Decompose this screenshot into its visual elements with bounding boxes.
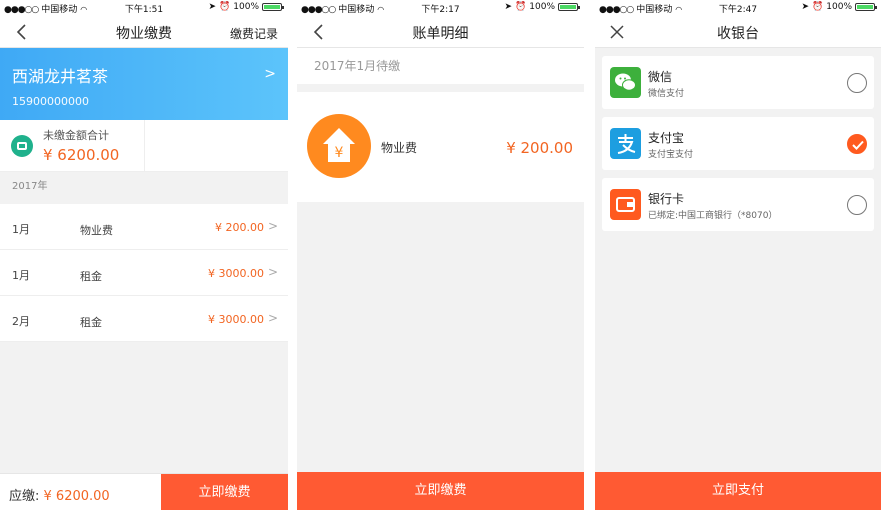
battery-percent: 100% [233,2,259,12]
nav-bar: 账单明细 [297,16,584,48]
bill-month: 2月 [12,315,30,328]
location-icon: ➤ [801,2,810,12]
chevron-right-icon: > [267,311,278,325]
alarm-icon: ⏰ [219,2,231,12]
method-name: 微信 [648,70,673,84]
location-icon: ➤ [504,2,513,12]
alarm-icon: ⏰ [515,2,527,12]
house-phone: 15900000000 [12,95,89,108]
bill-row[interactable]: 1月 物业费 ¥ 200.00 > [0,204,288,250]
payment-history-link[interactable]: 缴费记录 [230,25,278,42]
payment-method-bank-card[interactable]: 银行卡 已绑定:中国工商银行（*8070） [602,178,874,231]
house-name: 西湖龙井茗茶 [12,67,109,86]
amount-due-value: ¥ 6200.00 [43,489,110,504]
fee-amount: ¥ 200.00 [506,139,573,157]
payment-method-wechat[interactable]: 微信 微信支付 [602,56,874,109]
checkmark-icon [852,140,864,150]
coin-stack-icon [11,134,33,157]
pay-now-button[interactable]: 立即缴费 [297,472,584,510]
pending-period: 2017年1月待缴 [297,48,584,84]
fee-name: 物业费 [381,141,418,155]
house-card[interactable]: 西湖龙井茗茶 15900000000 > [0,48,288,120]
property-payment-screen: ●●●○○ 中国移动 ◠ 下午1:51 ➤ ⏰ 100% 物业缴费 缴费记录 西湖龙井茗… [0,0,288,510]
bill-price: ¥ 200.00 [215,221,264,234]
status-bar: ●●●○○ 中国移动 ◠ 下午2:17 ➤ ⏰ 100% [297,0,584,16]
radio-unchecked[interactable] [847,195,867,215]
chevron-right-icon: > [267,265,278,279]
chevron-right-icon: > [267,219,278,233]
bill-month: 1月 [12,269,30,282]
status-bar: ●●●○○ 中国移动 ◠ 下午1:51 ➤ ⏰ 100% [0,0,288,16]
payment-methods: 微信 微信支付 支付宝 支付宝支付 银行卡 已绑定:中国工商银行（*8070） [595,48,881,231]
bill-item: 租金 [80,270,102,283]
bill-price: ¥ 3000.00 [208,313,264,326]
battery-percent: 100% [529,2,555,12]
amount-due-label: 应缴: [9,489,40,504]
wechat-icon [610,67,641,98]
bill-item: 租金 [80,316,102,329]
radio-checked[interactable] [847,134,867,154]
payment-method-alipay[interactable]: 支付宝 支付宝支付 [602,117,874,170]
bill-item: 物业费 [80,224,113,237]
bill-month: 1月 [12,223,30,236]
status-bar: ●●●○○ 中国移动 ◠ 下午2:47 ➤ ⏰ 100% [595,0,881,16]
battery-icon [855,3,877,11]
method-name: 银行卡 [648,192,685,206]
payment-bar: 应缴: ¥ 6200.00 立即缴费 [0,473,288,510]
battery-icon [262,3,284,11]
year-header: 2017年 [12,181,48,192]
unpaid-summary: 未缴金额合计 ¥ 6200.00 [0,120,288,172]
nav-bar: 收银台 [595,16,881,48]
svg-text:¥: ¥ [335,145,344,161]
bank-card-icon [610,189,641,220]
unpaid-amount: ¥ 6200.00 [43,146,120,164]
amount-due: 应缴: ¥ 6200.00 [9,485,110,504]
method-desc: 支付宝支付 [648,150,694,160]
checkout-screen: ●●●○○中国移动◠ 下午2:47 ➤⏰100% 收银台 微信 微信支付 [595,0,881,510]
bill-row[interactable]: 1月 租金 ¥ 3000.00 > [0,250,288,296]
pay-now-button[interactable]: 立即支付 [595,472,881,510]
unpaid-label: 未缴金额合计 [43,129,109,142]
chevron-right-icon: > [264,66,276,82]
pay-now-button[interactable]: 立即缴费 [161,474,288,510]
page-title: 账单明细 [412,26,469,42]
bill-item-card: ¥ 物业费 ¥ 200.00 [297,92,584,202]
battery-icon [558,3,580,11]
bill-row[interactable]: 2月 租金 ¥ 3000.00 > [0,296,288,342]
bill-detail-screen: ●●●○○ 中国移动 ◠ 下午2:17 ➤ ⏰ 100% 账单明细 2017年1月待缴 … [297,0,584,510]
nav-bar: 物业缴费 缴费记录 [0,16,288,48]
battery-percent: 100% [826,2,852,12]
bill-list: 1月 物业费 ¥ 200.00 > 1月 租金 ¥ 3000.00 > 2月 租… [0,204,288,342]
house-yuan-icon: ¥ [307,114,371,178]
location-icon: ➤ [208,2,217,12]
method-desc: 微信支付 [648,89,685,99]
radio-unchecked[interactable] [847,73,867,93]
alarm-icon: ⏰ [812,2,824,12]
method-name: 支付宝 [648,131,685,145]
method-desc: 已绑定:中国工商银行（*8070） [648,211,778,221]
alipay-icon [610,128,641,159]
page-title: 收银台 [717,26,759,42]
bill-price: ¥ 3000.00 [208,267,264,280]
